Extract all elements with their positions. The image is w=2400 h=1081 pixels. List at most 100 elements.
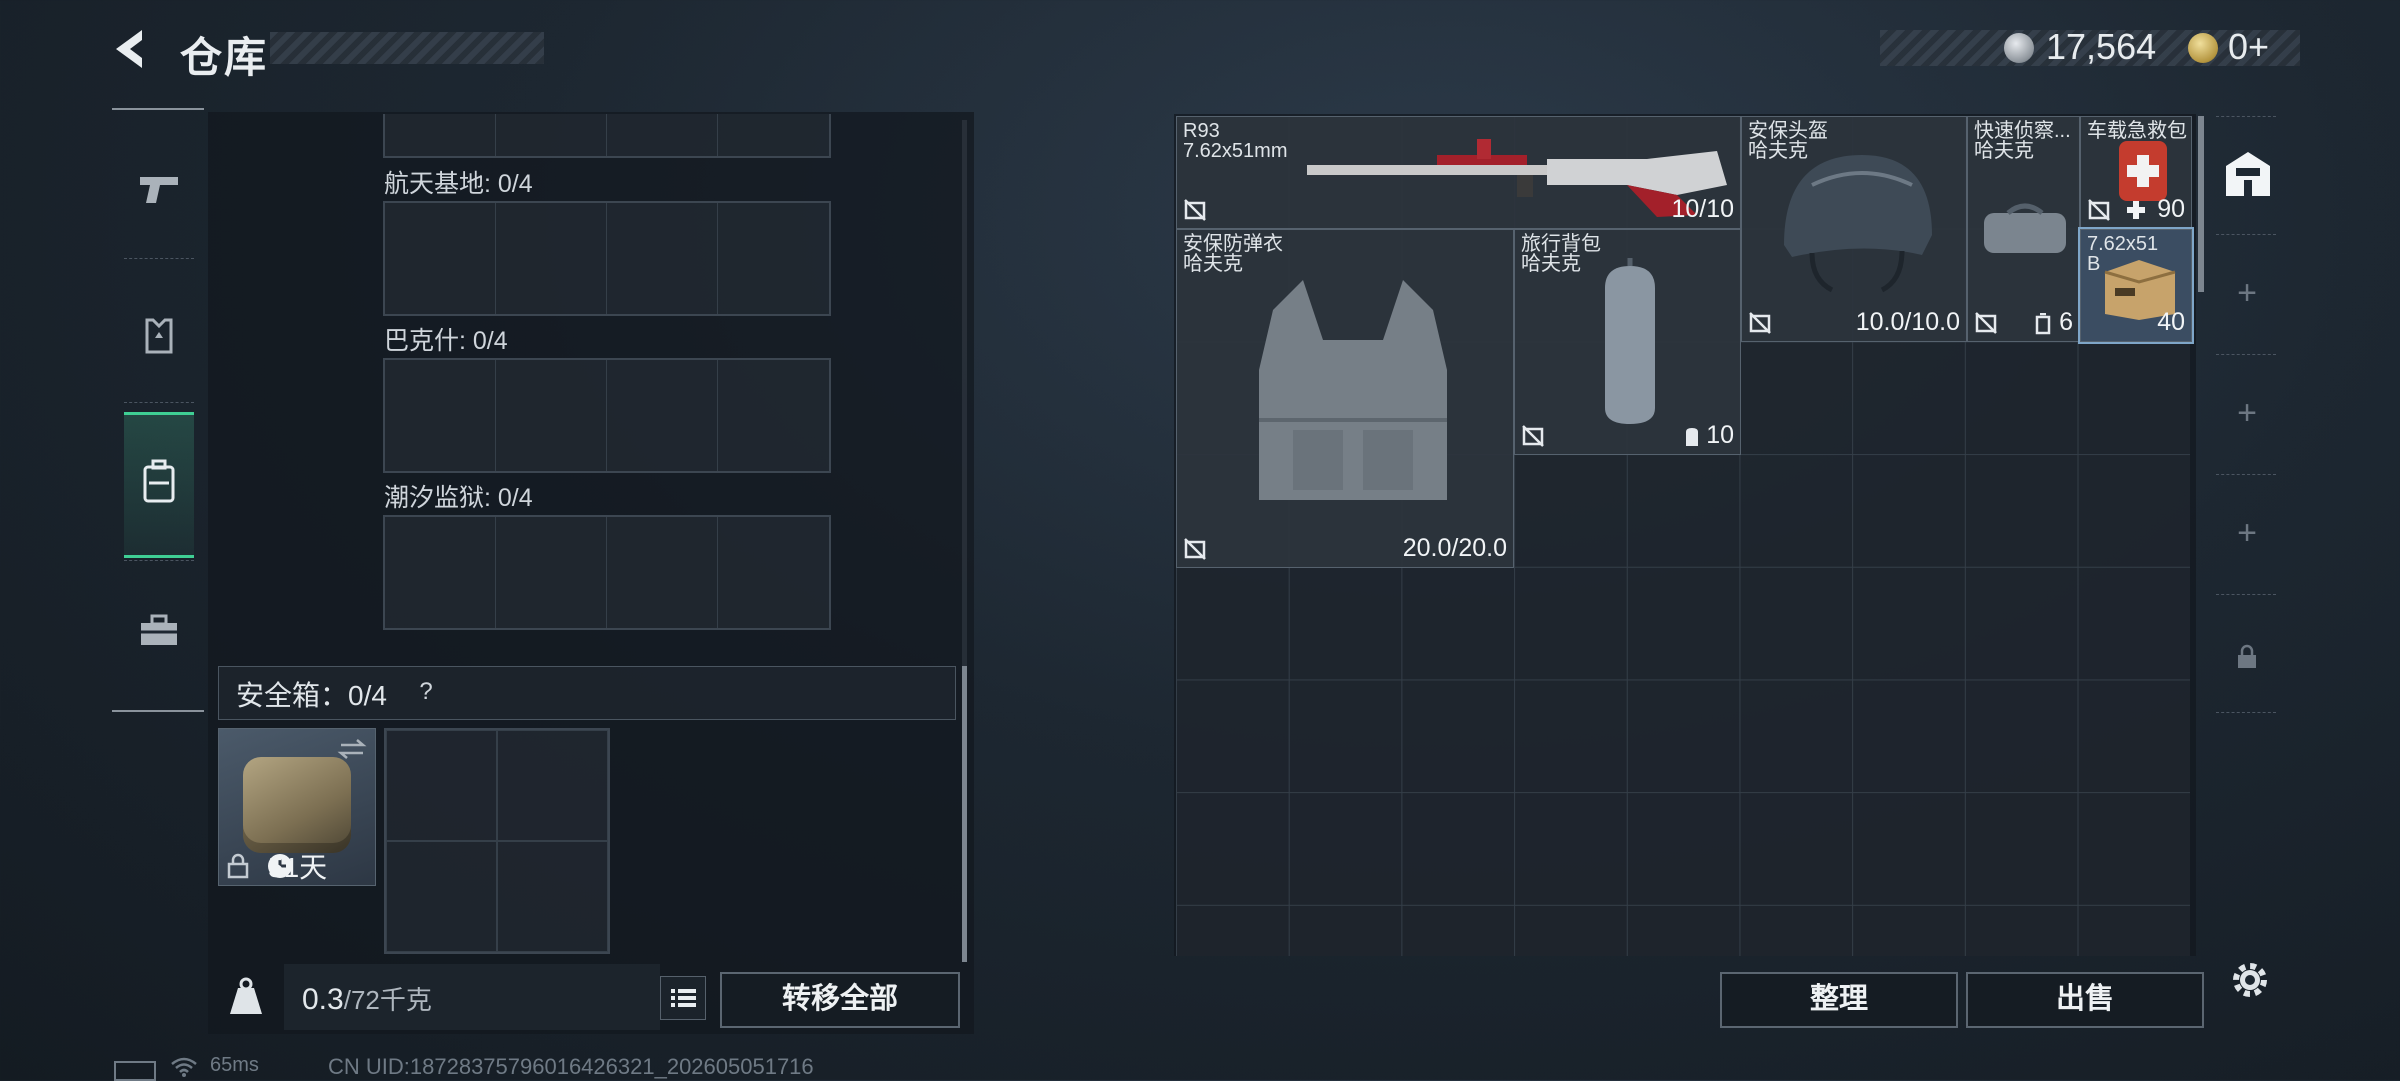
map-slot-grid[interactable] [383, 515, 831, 630]
add-page-icon[interactable]: + [2210, 514, 2284, 553]
silver-balance: 17,564 [2046, 26, 2157, 67]
stash-page-1-icon[interactable] [2222, 148, 2274, 200]
item-ammo-box[interactable]: 7.62x51 B 40 [2078, 227, 2194, 344]
item-r93-rifle[interactable]: R93 7.62x51mm 10/10 [1176, 116, 1741, 229]
safe-box-label: 安全箱：0/4 [236, 680, 387, 711]
item-name: 车载急救包 [2087, 120, 2187, 142]
back-arrow-icon [116, 30, 142, 68]
rail-backpack-tab[interactable] [124, 440, 194, 524]
item-caliber: 7.62x51mm [1183, 140, 1288, 162]
heal-plus-icon [2127, 201, 2145, 219]
title-decoration [270, 32, 544, 64]
weight-icon [230, 977, 262, 1014]
item-name: 安保防弹衣 [1183, 233, 1283, 255]
item-brand: 哈夫克 [1183, 253, 1243, 275]
gold-coin-icon [2188, 33, 2218, 63]
item-body-armor[interactable]: 安保防弹衣 哈夫克 20.0/20.0 [1176, 229, 1514, 568]
item-security-helmet[interactable]: 安保头盔 哈夫克 10.0/10.0 [1741, 116, 1967, 342]
safe-case-duration: 51天 [268, 852, 328, 883]
no-insurance-icon [1749, 312, 1771, 334]
map-slot-grid[interactable] [383, 201, 831, 316]
toolbox-icon [141, 614, 177, 645]
lock-icon [227, 853, 249, 879]
rail-separator [2216, 116, 2276, 117]
swap-icon[interactable] [337, 737, 367, 761]
no-insurance-icon [1522, 425, 1544, 447]
item-capacity: 10 [1706, 421, 1734, 449]
item-first-aid-kit[interactable]: 车载急救包 90 [2080, 116, 2192, 229]
item-durability: 10.0/10.0 [1855, 308, 1960, 336]
weight-readout: 0.3/72千克 [302, 980, 432, 1017]
item-quantity: 40 [2157, 308, 2185, 336]
loadout-scrollbar[interactable] [962, 666, 967, 962]
map-slot-grid[interactable] [383, 358, 831, 473]
item-brand: 哈夫克 [1974, 140, 2034, 162]
add-page-icon[interactable]: + [2210, 274, 2284, 313]
map-label-prison: 潮汐监狱: 0/4 [384, 484, 533, 512]
safe-case-image [243, 757, 351, 853]
help-button[interactable]: ? [410, 676, 442, 708]
item-travel-backpack[interactable]: 旅行背包 哈夫克 10 [1514, 229, 1741, 455]
item-name: 旅行背包 [1521, 233, 1601, 255]
add-page-icon[interactable]: + [2210, 394, 2284, 433]
rail-separator [2216, 354, 2276, 355]
wifi-icon [171, 1057, 197, 1077]
item-name: 快速侦察... [1974, 120, 2071, 142]
stash-scrollbar[interactable] [2198, 116, 2204, 292]
map-slot-grid-partial[interactable] [383, 114, 831, 158]
rail-separator [2216, 594, 2276, 595]
rail-armor-tab[interactable] [124, 294, 194, 378]
bag-image [1984, 203, 2066, 253]
weight-max: /72千克 [343, 985, 432, 1015]
no-insurance-icon [2088, 199, 2110, 221]
rail-separator [124, 402, 194, 404]
item-brand: 哈夫克 [1748, 140, 1808, 162]
page-title: 仓库 [180, 34, 269, 81]
item-name: 安保头盔 [1748, 120, 1828, 142]
rail-separator [124, 560, 194, 562]
capacity-icon [2035, 313, 2051, 335]
sort-button[interactable]: 整理 [1720, 972, 1958, 1028]
map-label-bakesh: 巴克什: 0/4 [384, 327, 508, 355]
safe-box-grid[interactable] [384, 728, 610, 954]
rail-separator [2216, 474, 2276, 475]
rail-toolbox-tab[interactable] [124, 588, 194, 672]
backpack-icon [143, 459, 175, 503]
settings-gear-icon[interactable] [2226, 956, 2274, 1004]
battery-icon [114, 1061, 156, 1081]
ping-readout: 65ms [210, 1054, 259, 1076]
item-recon-bag[interactable]: 快速侦察... 哈夫克 6 [1967, 116, 2080, 342]
user-id: CN UID:18728375796016426321_202605051716 [328, 1054, 814, 1079]
stash-page-rail: + + + [2210, 114, 2284, 726]
item-capacity: 6 [2059, 308, 2073, 336]
gold-balance[interactable]: 0+ [2228, 26, 2269, 68]
weight-value: 0.3 [302, 983, 344, 1016]
silver-coin-icon [2004, 33, 2034, 63]
list-icon [671, 989, 696, 1007]
rail-weapons-tab[interactable] [124, 146, 194, 230]
item-name: R93 [1183, 120, 1220, 142]
item-name: 7.62x51 [2087, 233, 2159, 255]
armor-icon [145, 318, 173, 354]
no-insurance-icon [1184, 199, 1206, 221]
rail-separator [2216, 712, 2276, 713]
locked-page-icon[interactable] [2236, 644, 2258, 670]
item-durability: 20.0/20.0 [1402, 534, 1507, 562]
vest-image [1259, 280, 1447, 500]
backpack-image [1605, 258, 1655, 424]
transfer-all-button[interactable]: 转移全部 [720, 972, 960, 1028]
item-variant: B [2087, 253, 2101, 275]
rail-top-line [112, 108, 204, 110]
item-brand: 哈夫克 [1521, 253, 1581, 275]
no-insurance-icon [1184, 538, 1206, 560]
no-insurance-icon [1975, 312, 1997, 334]
map-label-aerospace: 航天基地: 0/4 [384, 170, 533, 198]
rail-bottom-line [112, 710, 204, 712]
list-view-button[interactable] [660, 976, 706, 1020]
rail-separator [124, 258, 194, 260]
back-button[interactable] [108, 26, 154, 72]
item-ammo: 10/10 [1671, 195, 1734, 223]
sell-button[interactable]: 出售 [1966, 972, 2204, 1028]
pistol-icon [140, 177, 178, 203]
item-heal-amount: 90 [2157, 195, 2185, 223]
